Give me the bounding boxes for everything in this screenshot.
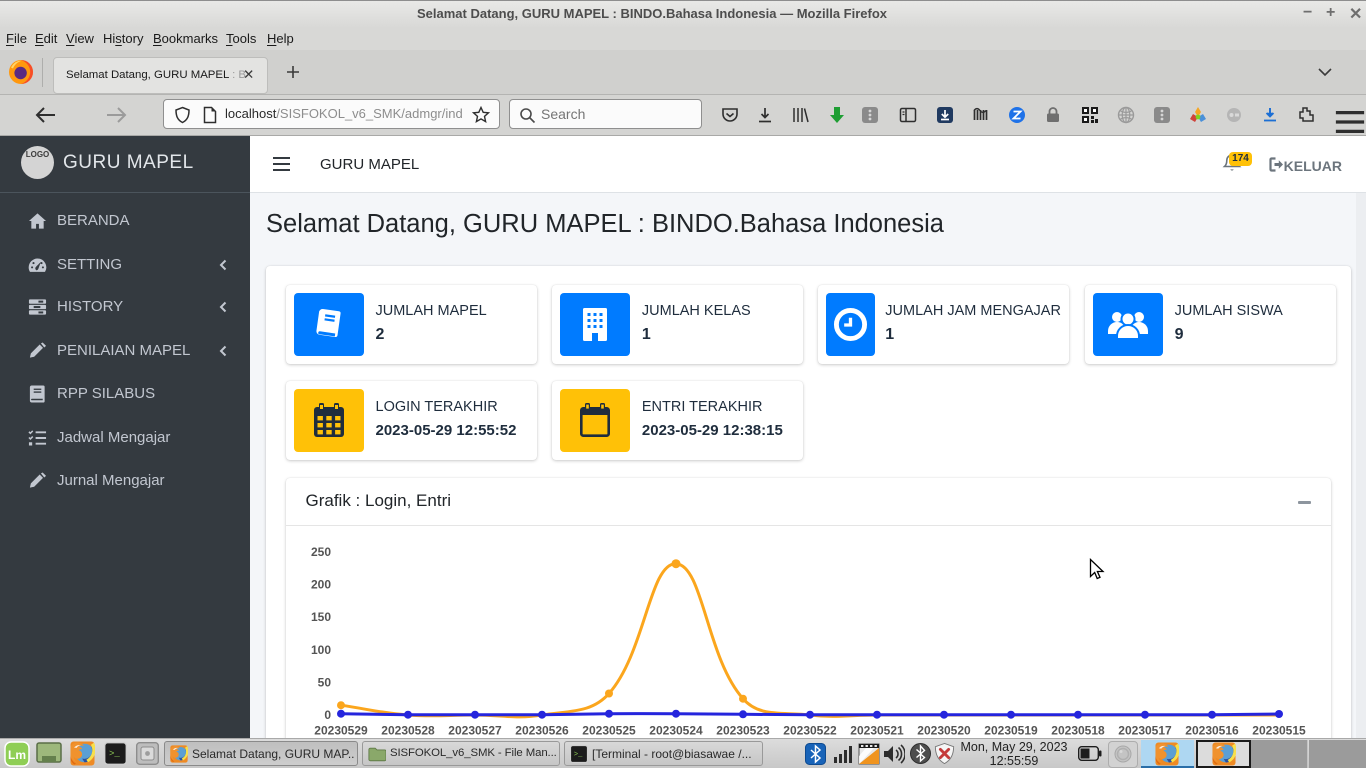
svg-text:20230521: 20230521 bbox=[850, 724, 904, 738]
svg-text:20230520: 20230520 bbox=[917, 724, 971, 738]
svg-text:>_: >_ bbox=[109, 749, 120, 759]
svg-text:20230522: 20230522 bbox=[783, 724, 837, 738]
svg-text:>_: >_ bbox=[574, 751, 583, 759]
svg-text:20230516: 20230516 bbox=[1185, 724, 1239, 738]
svg-text:20230519: 20230519 bbox=[984, 724, 1038, 738]
svg-text:200: 200 bbox=[311, 578, 331, 592]
svg-text:100: 100 bbox=[311, 643, 331, 657]
svg-text:20230525: 20230525 bbox=[582, 724, 636, 738]
svg-text:150: 150 bbox=[311, 610, 331, 624]
svg-text:250: 250 bbox=[311, 545, 331, 559]
svg-text:20230526: 20230526 bbox=[515, 724, 569, 738]
svg-text:20230523: 20230523 bbox=[716, 724, 770, 738]
svg-text:20230518: 20230518 bbox=[1051, 724, 1105, 738]
svg-text:20230528: 20230528 bbox=[381, 724, 435, 738]
svg-text:20230515: 20230515 bbox=[1252, 724, 1306, 738]
svg-text:20230527: 20230527 bbox=[448, 724, 502, 738]
svg-text:50: 50 bbox=[318, 675, 332, 689]
svg-text:20230524: 20230524 bbox=[649, 724, 703, 738]
svg-text:0: 0 bbox=[324, 708, 331, 722]
svg-text:Lm: Lm bbox=[8, 748, 26, 762]
svg-text:20230517: 20230517 bbox=[1118, 724, 1172, 738]
svg-text:20230529: 20230529 bbox=[314, 724, 368, 738]
